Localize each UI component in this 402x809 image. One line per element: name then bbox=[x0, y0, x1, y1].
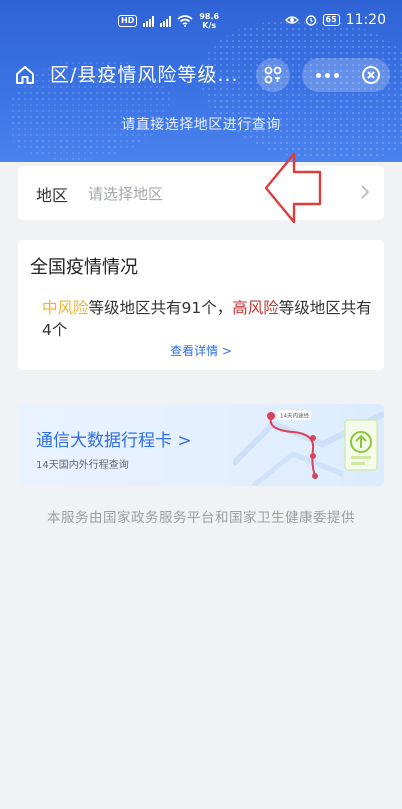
mini-program-capsule bbox=[302, 58, 390, 92]
hd-badge: HD bbox=[118, 15, 138, 27]
region-placeholder: 请选择地区 bbox=[88, 185, 164, 203]
travel-map-illustration: 14天内途经 bbox=[233, 410, 384, 486]
national-situation-card: 全国疫情情况 中风险等级地区共有91个，高风险等级地区共有4个 查看详情 > bbox=[18, 240, 384, 370]
wifi-icon bbox=[177, 15, 193, 27]
high-risk-label: 高风险 bbox=[232, 299, 279, 317]
footer-note: 本服务由国家政务服务平台和国家卫生健康委提供 bbox=[47, 510, 355, 526]
network-speed-value: 98.6 bbox=[199, 12, 220, 21]
page-title: 区/县疫情风险等级... bbox=[50, 64, 239, 86]
query-hint: 请直接选择地区进行查询 bbox=[121, 117, 281, 133]
annotation-arrow-icon bbox=[264, 152, 322, 224]
view-details-link[interactable]: 查看详情 > bbox=[18, 342, 384, 359]
travel-card-banner[interactable]: 通信大数据行程卡 > 14天国内外行程查询 14天内途经 bbox=[18, 404, 384, 486]
region-select-card[interactable]: 地区 请选择地区 bbox=[18, 166, 384, 220]
signal-icon bbox=[143, 15, 155, 27]
chevron-right-icon bbox=[361, 185, 370, 199]
mid-risk-label: 中风险 bbox=[42, 299, 89, 317]
signal-icon bbox=[160, 15, 172, 27]
home-icon[interactable] bbox=[14, 64, 36, 86]
region-label: 地区 bbox=[36, 186, 69, 205]
status-right-group: 65 11:20 bbox=[284, 12, 386, 28]
risk-summary: 中风险等级地区共有91个，高风险等级地区共有4个 bbox=[42, 297, 372, 341]
clock-time: 11:20 bbox=[345, 12, 386, 28]
status-left-group: HD 98.6 K/s bbox=[118, 12, 219, 30]
status-bar: HD 98.6 K/s 65 11:20 bbox=[0, 0, 402, 40]
scan-icon bbox=[264, 66, 282, 84]
mid-risk-text: 等级地区共有91个， bbox=[88, 299, 233, 317]
scan-button[interactable] bbox=[256, 58, 290, 92]
travel-card-subtitle: 14天国内外行程查询 bbox=[36, 460, 129, 471]
map-tag: 14天内途经 bbox=[280, 412, 309, 420]
close-button[interactable] bbox=[352, 65, 390, 85]
network-speed-unit: K/s bbox=[202, 21, 217, 30]
travel-card-title: 通信大数据行程卡 > bbox=[36, 431, 192, 451]
national-title: 全国疫情情况 bbox=[30, 257, 138, 278]
more-button[interactable] bbox=[302, 72, 352, 78]
close-icon bbox=[362, 66, 380, 84]
network-speed: 98.6 K/s bbox=[199, 12, 219, 30]
alarm-icon bbox=[305, 15, 316, 26]
battery-icon: 65 bbox=[322, 14, 340, 26]
navigation-bar: 区/县疫情风险等级... bbox=[0, 56, 402, 96]
eye-icon bbox=[284, 16, 299, 24]
